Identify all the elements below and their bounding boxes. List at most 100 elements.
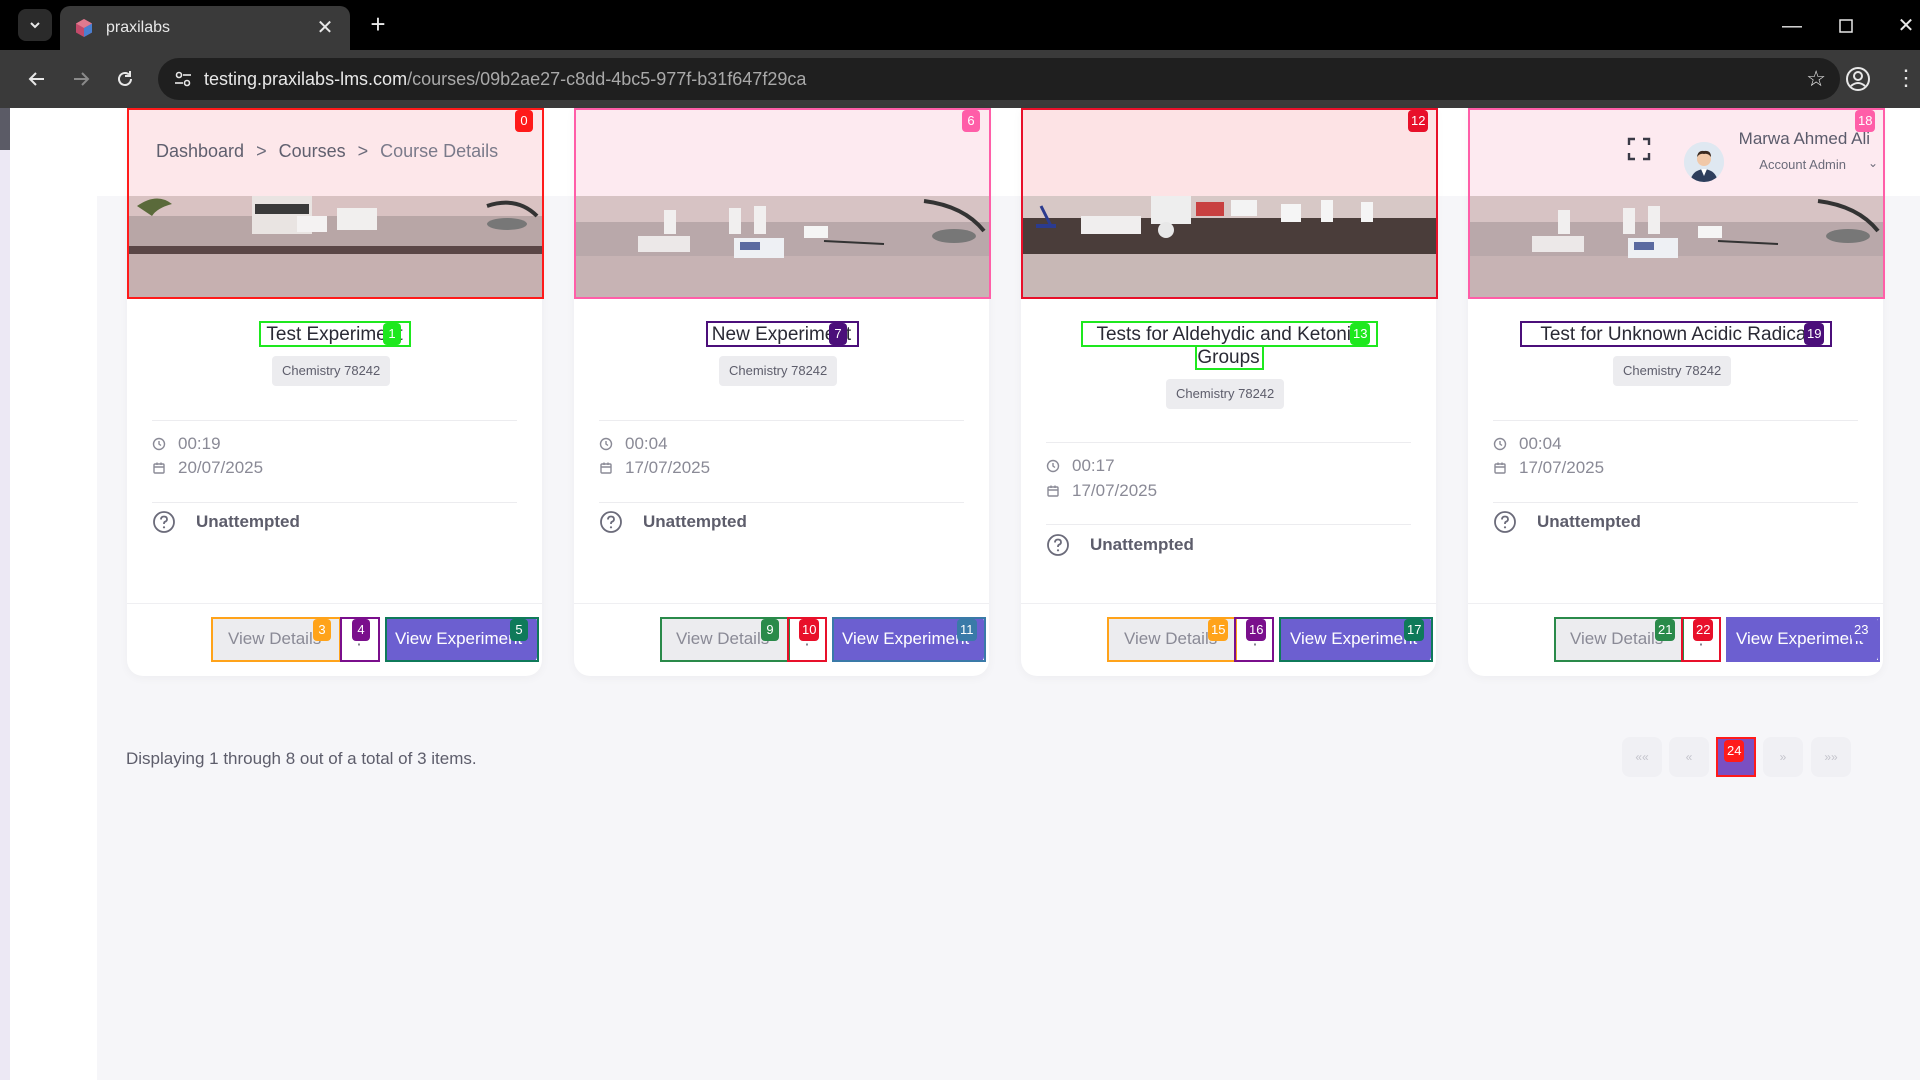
duration-row: 00:04	[1493, 434, 1562, 454]
calendar-icon	[600, 462, 612, 474]
browser-tab[interactable]: praxilabs ✕	[60, 6, 350, 50]
last-page-button[interactable]: »»	[1811, 737, 1851, 777]
experiment-card: Test Experiment Chemistry 78242 00:19 20…	[127, 108, 542, 676]
tab-search-button[interactable]	[18, 9, 52, 41]
url-path: /courses/09b2ae27-c8dd-4bc5-977f-b31f647…	[407, 68, 807, 89]
status-row: Unattempted	[1046, 533, 1194, 557]
calendar-icon	[1494, 462, 1506, 474]
pagination-summary: Displaying 1 through 8 out of a total of…	[126, 749, 477, 768]
url-host: testing.praxilabs-lms.com	[204, 68, 408, 89]
left-rail	[0, 108, 10, 1080]
experiment-title-line1[interactable]: Tests for Aldehydic and Ketonic	[1021, 323, 1436, 346]
experiment-title[interactable]: New Experiment	[574, 323, 989, 346]
experiment-thumbnail[interactable]	[574, 108, 989, 298]
card-footer-divider	[574, 603, 989, 604]
reload-icon	[118, 71, 132, 86]
date-value: 20/07/2025	[178, 458, 264, 477]
experiment-card: New Experiment Chemistry 78242 00:04 17/…	[574, 108, 989, 676]
course-badge: Chemistry 78242	[1613, 356, 1732, 386]
new-tab-button[interactable]: +	[364, 11, 392, 39]
experiment-title[interactable]: Test Experiment	[127, 323, 542, 346]
question-circle-icon	[1494, 511, 1516, 533]
status-text: Unattempted	[1090, 535, 1194, 554]
minimize-button[interactable]: —	[1772, 12, 1812, 40]
mark-label: 4	[352, 619, 370, 641]
next-page-button[interactable]: »	[1763, 737, 1803, 777]
date-value: 17/07/2025	[1072, 481, 1158, 500]
avatar[interactable]	[1684, 142, 1724, 182]
site-info-button[interactable]	[162, 58, 204, 100]
browser-menu-icon[interactable]: ⋮	[1895, 62, 1917, 94]
address-bar[interactable]: testing.praxilabs-lms.com/courses/09b2ae…	[158, 58, 1840, 100]
arrow-right-icon	[74, 72, 90, 86]
mark-label: 3	[313, 619, 331, 641]
clock-icon	[1493, 437, 1507, 451]
duration-value: 00:19	[178, 434, 221, 453]
question-circle-icon	[600, 511, 622, 533]
close-window-button[interactable]: ✕	[1886, 12, 1920, 40]
previous-page-button[interactable]: «	[1669, 737, 1709, 777]
profile-icon[interactable]	[1843, 64, 1873, 94]
mark-label: 21	[1655, 619, 1676, 641]
mark-label: 12	[1408, 110, 1429, 132]
lab-scene-image	[1021, 196, 1436, 298]
clock-icon	[152, 437, 166, 451]
user-name[interactable]: Marwa Ahmed Ali	[1728, 129, 1870, 149]
mark-label: 1	[383, 323, 401, 345]
breadcrumb-dashboard[interactable]: Dashboard	[156, 141, 244, 162]
card-footer-divider	[127, 603, 542, 604]
divider	[152, 420, 517, 421]
back-button[interactable]	[22, 64, 52, 94]
divider	[1493, 502, 1858, 503]
mark-label: 17	[1404, 619, 1425, 641]
lab-scene-image	[127, 196, 542, 298]
maximize-button[interactable]	[1826, 12, 1866, 40]
lab-scene-image	[1468, 196, 1883, 298]
mark-label: 22	[1693, 619, 1714, 641]
divider	[599, 420, 964, 421]
fullscreen-icon[interactable]	[1626, 136, 1652, 162]
duration-row: 00:17	[1046, 456, 1115, 476]
duration-value: 00:04	[1519, 434, 1562, 453]
status-text: Unattempted	[643, 512, 747, 531]
tab-strip: praxilabs ✕ + — ✕	[0, 0, 1920, 50]
chevron-down-icon[interactable]: ⌄	[1868, 156, 1878, 170]
lab-scene-image	[574, 196, 989, 298]
mark-label: 18	[1855, 110, 1876, 132]
course-badge: Chemistry 78242	[719, 356, 838, 386]
mark-label: 0	[515, 110, 533, 132]
course-badge: Chemistry 78242	[272, 356, 391, 386]
tab-title: praxilabs	[106, 19, 171, 36]
experiment-title-line2[interactable]: Groups	[1021, 346, 1436, 369]
divider	[1046, 442, 1411, 443]
breadcrumb-separator: >	[357, 141, 369, 161]
divider	[152, 502, 517, 503]
clock-icon	[1046, 459, 1060, 473]
user-avatar-icon	[1684, 142, 1724, 182]
close-tab-icon[interactable]: ✕	[314, 18, 336, 38]
mark-label: 6	[962, 110, 980, 132]
mark-label: 24	[1724, 740, 1745, 762]
first-page-button[interactable]: ««	[1622, 737, 1662, 777]
url-text: testing.praxilabs-lms.com/courses/09b2ae…	[204, 69, 806, 90]
praxilabs-favicon-icon	[76, 19, 92, 37]
browser-chrome: praxilabs ✕ + — ✕ testing.praxilabs-lms.…	[0, 0, 1920, 108]
mark-label: 10	[799, 619, 820, 641]
mark-label: 5	[510, 619, 528, 641]
clock-icon	[599, 437, 613, 451]
mark-label: 13	[1350, 323, 1371, 345]
duration-row: 00:19	[152, 434, 221, 454]
forward-button[interactable]	[66, 64, 96, 94]
date-value: 17/07/2025	[625, 458, 711, 477]
question-circle-icon	[153, 511, 175, 533]
bookmark-star-icon[interactable]: ☆	[1806, 66, 1826, 92]
experiment-thumbnail[interactable]	[1021, 108, 1436, 298]
breadcrumb: Dashboard > Courses > Course Details	[156, 141, 498, 162]
question-circle-icon	[1047, 534, 1069, 556]
breadcrumb-separator: >	[256, 141, 267, 161]
experiment-thumbnail[interactable]	[127, 108, 542, 298]
reload-button[interactable]	[110, 64, 140, 94]
course-badge: Chemistry 78242	[1166, 379, 1285, 409]
breadcrumb-courses[interactable]: Courses	[279, 141, 346, 162]
date-row: 20/07/2025	[152, 458, 263, 478]
